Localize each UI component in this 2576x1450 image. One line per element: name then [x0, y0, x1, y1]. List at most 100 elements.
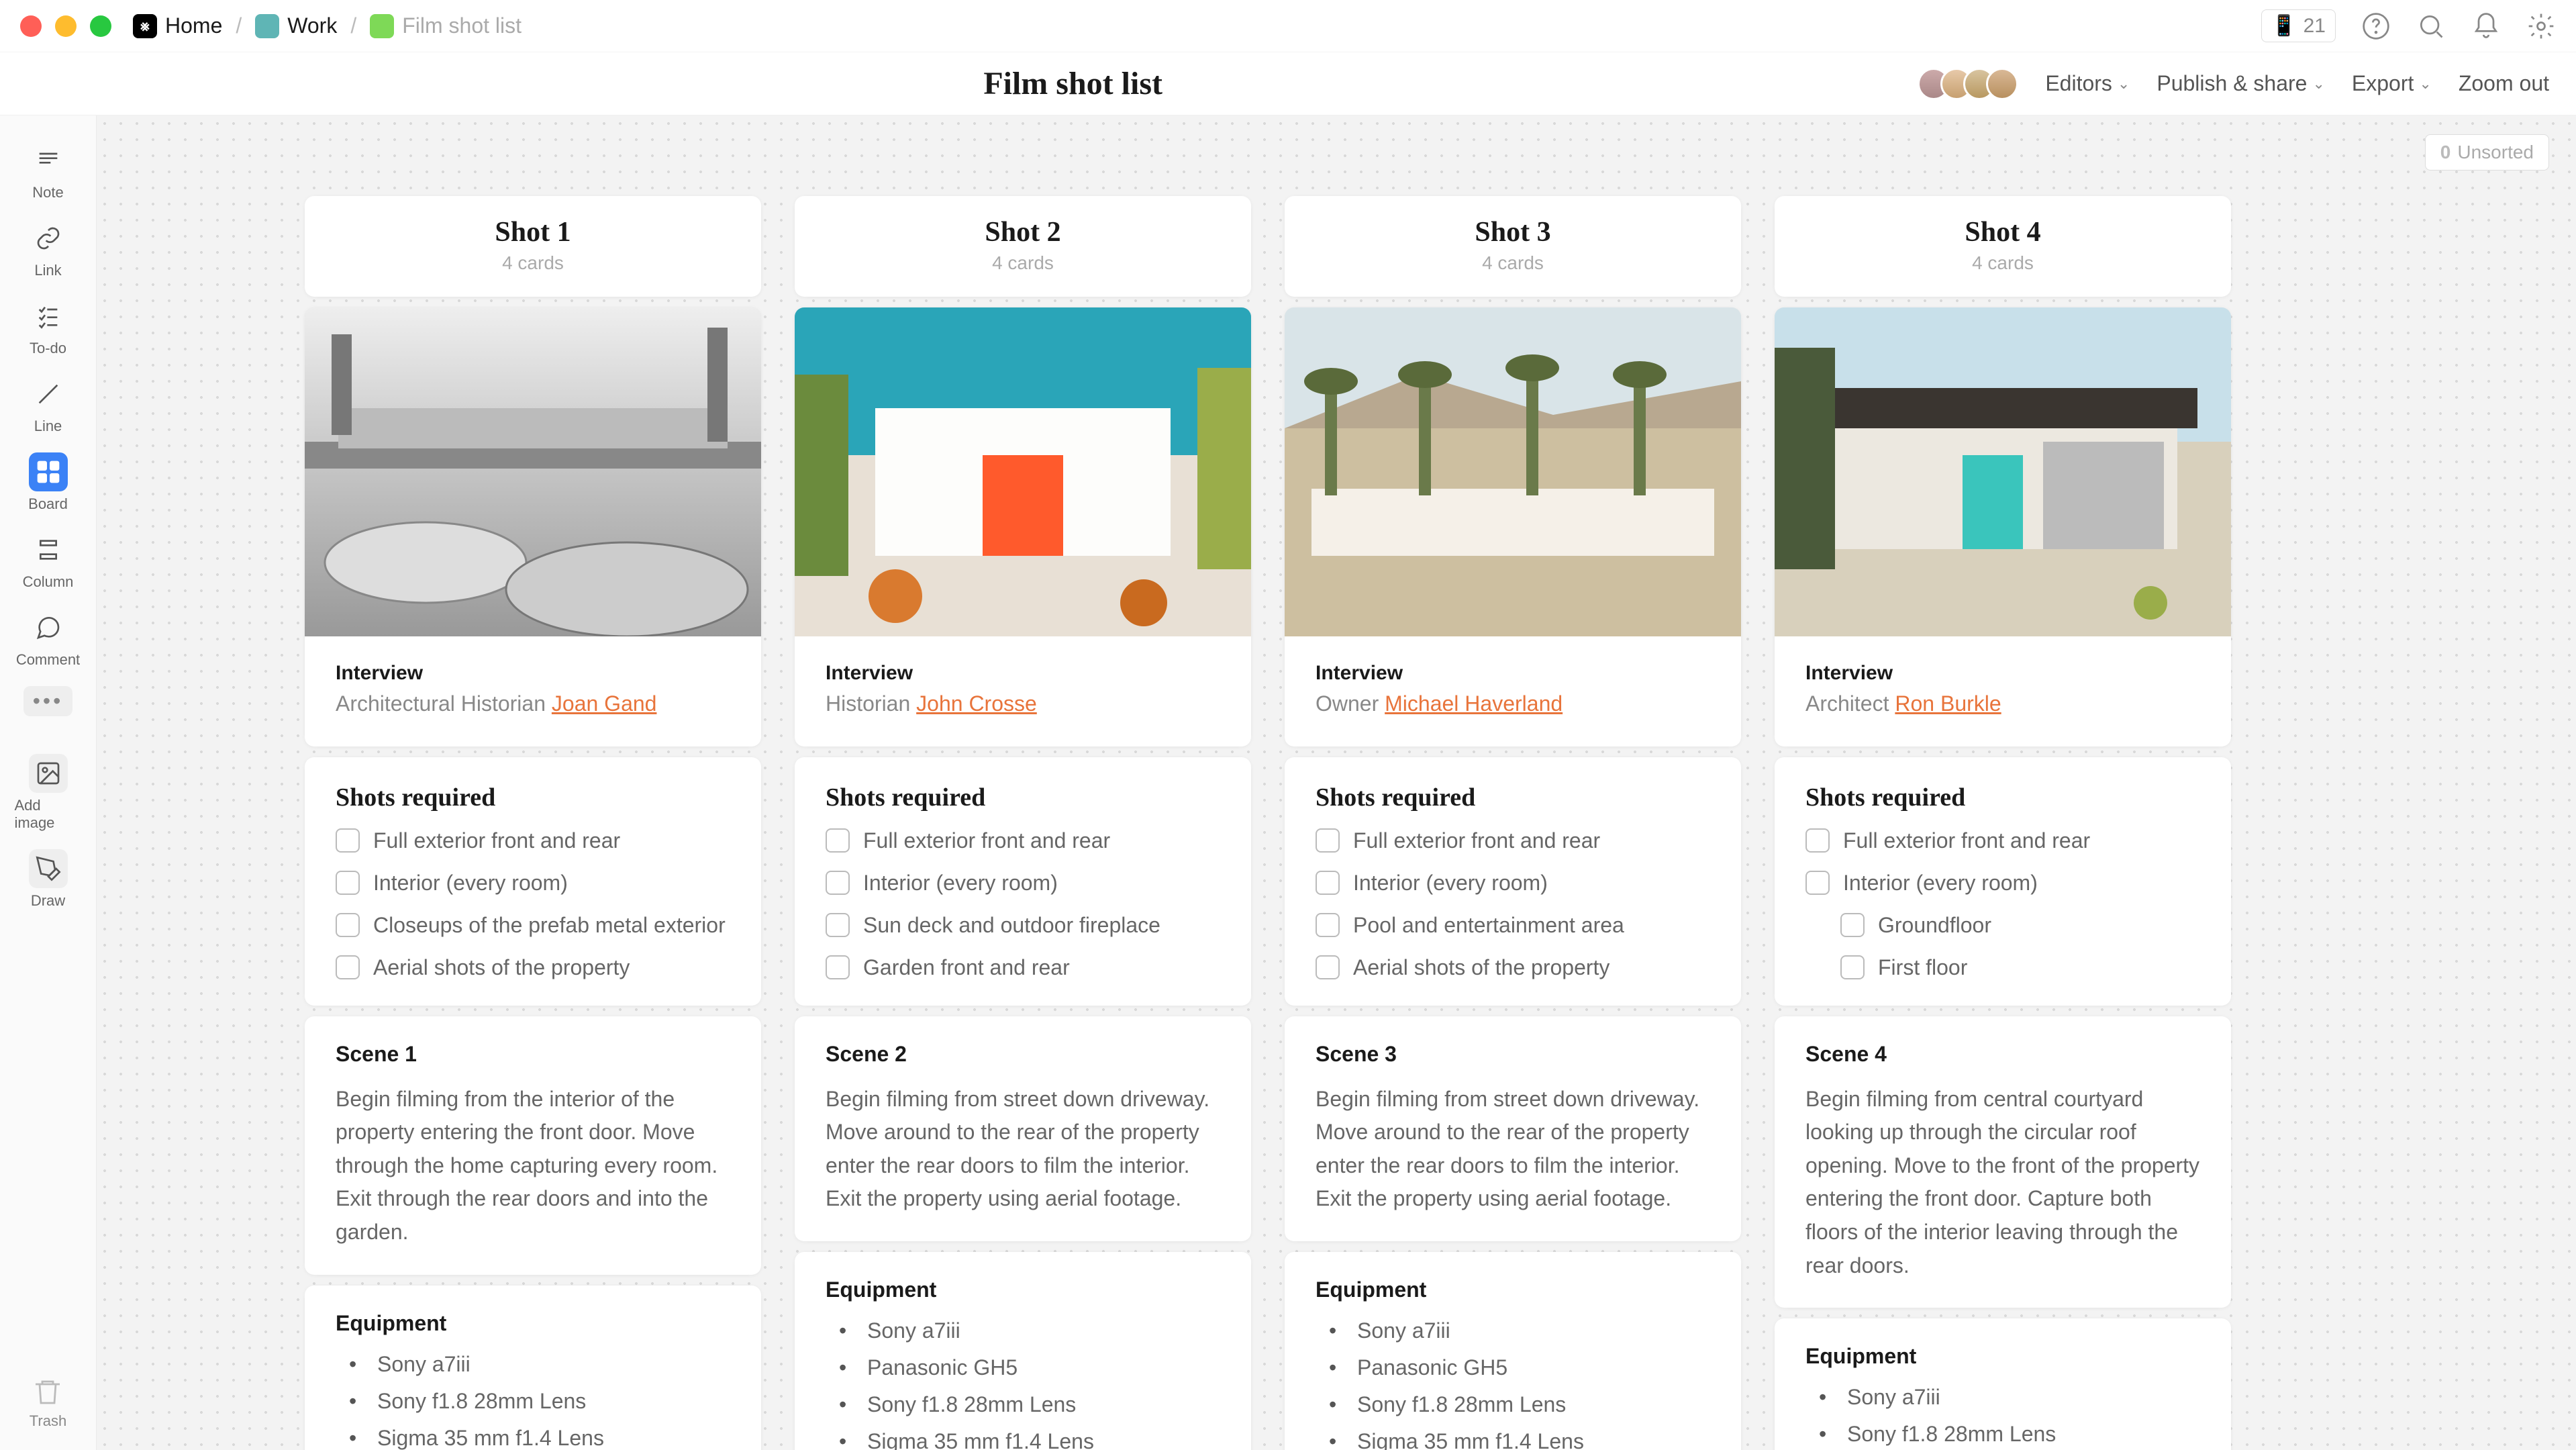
search-icon[interactable]	[2416, 11, 2446, 41]
checkbox-icon[interactable]	[1840, 913, 1865, 937]
equipment-card[interactable]: EquipmentSony a7iiiSony f1.8 28mm Lens	[1775, 1318, 2231, 1450]
column-header[interactable]: Shot 34 cards	[1285, 196, 1741, 297]
scene-card[interactable]: Scene 4Begin filming from central courty…	[1775, 1016, 2231, 1308]
person-link[interactable]: Joan Gand	[552, 691, 657, 716]
interview-label: Interview	[336, 662, 730, 685]
checkbox-icon[interactable]	[1805, 871, 1830, 895]
checkbox-icon[interactable]	[826, 871, 850, 895]
export-dropdown[interactable]: Export⌄	[2352, 71, 2432, 96]
close-window-button[interactable]	[20, 15, 42, 37]
checkbox-icon[interactable]	[826, 828, 850, 853]
tool-line[interactable]: Line	[15, 369, 82, 440]
person-link[interactable]: John Crosse	[916, 691, 1037, 716]
maximize-window-button[interactable]	[90, 15, 111, 37]
tool-add-image[interactable]: Add image	[15, 748, 82, 837]
unsorted-chip[interactable]: 0 Unsorted	[2425, 134, 2549, 171]
breadcrumb-page[interactable]: Film shot list	[370, 13, 522, 38]
editors-dropdown[interactable]: Editors⌄	[2045, 71, 2130, 96]
chevron-down-icon: ⌄	[2312, 75, 2324, 93]
link-icon	[29, 219, 68, 258]
publish-dropdown[interactable]: Publish & share⌄	[2157, 71, 2325, 96]
tool-note[interactable]: Note	[15, 136, 82, 207]
breadcrumb-separator: /	[236, 13, 242, 38]
shot-item[interactable]: Full exterior front and rear	[826, 828, 1220, 853]
help-icon[interactable]	[2361, 11, 2391, 41]
shot-item[interactable]: Full exterior front and rear	[1805, 828, 2200, 853]
shots-card[interactable]: Shots requiredFull exterior front and re…	[1285, 757, 1741, 1006]
checkbox-icon[interactable]	[336, 913, 360, 937]
scene-card[interactable]: Scene 1Begin filming from the interior o…	[305, 1016, 761, 1275]
scene-card[interactable]: Scene 3Begin filming from street down dr…	[1285, 1016, 1741, 1241]
column-card-count: 4 cards	[305, 252, 761, 274]
shot-item[interactable]: Sun deck and outdoor fireplace	[826, 913, 1220, 938]
checkbox-icon[interactable]	[826, 913, 850, 937]
shot-item[interactable]: Groundfloor	[1840, 913, 2200, 938]
tool-draw[interactable]: Draw	[15, 844, 82, 915]
shots-card[interactable]: Shots requiredFull exterior front and re…	[795, 757, 1251, 1006]
person-link[interactable]: Michael Haverland	[1385, 691, 1563, 716]
shot-item[interactable]: Aerial shots of the property	[336, 955, 730, 980]
column-title: Shot 1	[305, 216, 761, 248]
zoom-out-button[interactable]: Zoom out	[2459, 71, 2549, 96]
shots-card[interactable]: Shots requiredFull exterior front and re…	[305, 757, 761, 1006]
equipment-item: Sony a7iii	[336, 1352, 730, 1377]
interview-card[interactable]: Interview Architectural Historian Joan G…	[305, 307, 761, 746]
checkbox-icon[interactable]	[826, 955, 850, 979]
shot-text: Interior (every room)	[373, 871, 568, 896]
shot-item[interactable]: Closeups of the prefab metal exterior	[336, 913, 730, 938]
tool-todo[interactable]: To-do	[15, 291, 82, 362]
shot-item[interactable]: Garden front and rear	[826, 955, 1220, 980]
tool-link[interactable]: Link	[15, 213, 82, 285]
checkbox-icon[interactable]	[1805, 828, 1830, 853]
checkbox-icon[interactable]	[336, 871, 360, 895]
interview-person: Owner Michael Haverland	[1316, 687, 1710, 721]
tool-trash[interactable]: Trash	[30, 1376, 66, 1430]
shot-item[interactable]: Interior (every room)	[336, 871, 730, 896]
equipment-title: Equipment	[336, 1311, 730, 1336]
tool-board[interactable]: Board	[15, 447, 82, 518]
column-header[interactable]: Shot 1 4 cards	[305, 196, 761, 297]
minimize-window-button[interactable]	[55, 15, 77, 37]
shot-item[interactable]: First floor	[1840, 955, 2200, 980]
checkbox-icon[interactable]	[1316, 955, 1340, 979]
checkbox-icon[interactable]	[336, 955, 360, 979]
interview-card[interactable]: Interview Owner Michael Haverland	[1285, 307, 1741, 746]
shot-item[interactable]: Interior (every room)	[1316, 871, 1710, 896]
shot-item[interactable]: Interior (every room)	[1805, 871, 2200, 896]
bell-icon[interactable]	[2471, 11, 2501, 41]
scene-card[interactable]: Scene 2Begin filming from street down dr…	[795, 1016, 1251, 1241]
scene-title: Scene 3	[1316, 1042, 1710, 1067]
column-header[interactable]: Shot 24 cards	[795, 196, 1251, 297]
page-icon	[370, 14, 394, 38]
column-header[interactable]: Shot 44 cards	[1775, 196, 2231, 297]
breadcrumb-home[interactable]: ⨳ Home	[133, 13, 222, 38]
equipment-card[interactable]: EquipmentSony a7iiiPanasonic GH5Sony f1.…	[795, 1252, 1251, 1450]
shot-text: Full exterior front and rear	[863, 828, 1110, 853]
collaborator-avatars[interactable]	[1918, 68, 2018, 100]
shot-item[interactable]: Full exterior front and rear	[1316, 828, 1710, 853]
shots-card[interactable]: Shots requiredFull exterior front and re…	[1775, 757, 2231, 1006]
shot-item[interactable]: Full exterior front and rear	[336, 828, 730, 853]
scene-title: Scene 1	[336, 1042, 730, 1067]
checkbox-icon[interactable]	[336, 828, 360, 853]
tool-comment[interactable]: Comment	[15, 603, 82, 674]
device-sync-chip[interactable]: 📱 21	[2261, 9, 2336, 42]
interview-card[interactable]: Interview Historian John Crosse	[795, 307, 1251, 746]
checkbox-icon[interactable]	[1316, 828, 1340, 853]
checkbox-icon[interactable]	[1316, 871, 1340, 895]
checkbox-icon[interactable]	[1316, 913, 1340, 937]
tool-column[interactable]: Column	[15, 525, 82, 596]
shot-item[interactable]: Pool and entertainment area	[1316, 913, 1710, 938]
tool-more[interactable]: •••	[15, 681, 82, 722]
checkbox-icon[interactable]	[1840, 955, 1865, 979]
breadcrumb-separator: /	[350, 13, 356, 38]
equipment-card[interactable]: EquipmentSony a7iiiPanasonic GH5Sony f1.…	[1285, 1252, 1741, 1450]
shot-item[interactable]: Aerial shots of the property	[1316, 955, 1710, 980]
person-link[interactable]: Ron Burkle	[1895, 691, 2001, 716]
breadcrumb-work[interactable]: Work	[255, 13, 337, 38]
gear-icon[interactable]	[2526, 11, 2556, 41]
interview-card[interactable]: Interview Architect Ron Burkle	[1775, 307, 2231, 746]
shot-item[interactable]: Interior (every room)	[826, 871, 1220, 896]
canvas[interactable]: 0 Unsorted Shot 1 4 cards Interview Archi…	[97, 115, 2576, 1450]
equipment-card[interactable]: EquipmentSony a7iiiSony f1.8 28mm LensSi…	[305, 1286, 761, 1450]
